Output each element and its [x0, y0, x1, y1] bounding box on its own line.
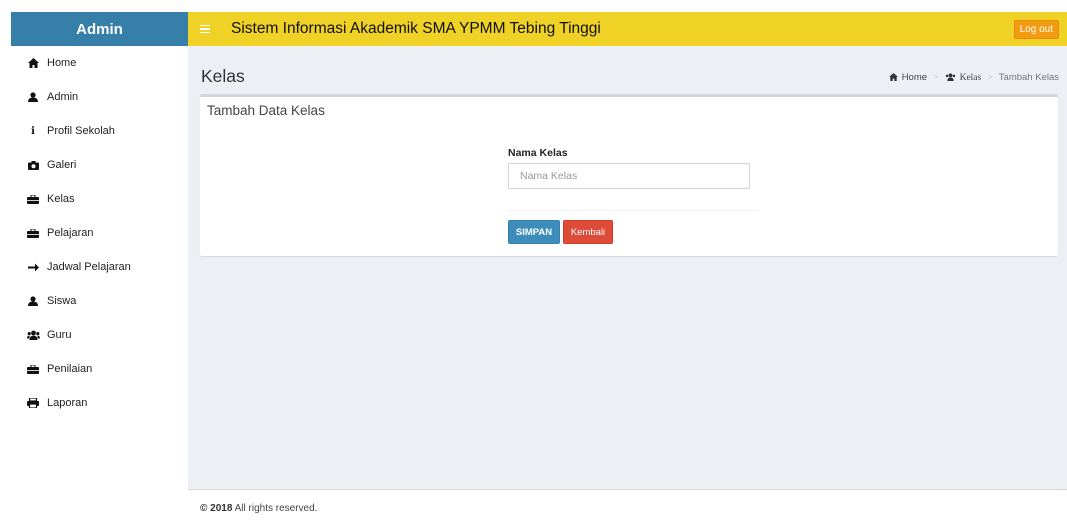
sidebar-item-profil-sekolah[interactable]: i Profil Sekolah [11, 114, 188, 148]
sidebar-item-label: Jadwal Pelajaran [47, 261, 131, 273]
logo[interactable]: Admin [11, 12, 188, 46]
briefcase-icon [26, 363, 40, 375]
footer-text: All rights reserved. [232, 503, 318, 514]
info-icon: i [31, 125, 35, 137]
home-icon [26, 57, 40, 69]
camera-icon [26, 159, 40, 171]
sidebar-item-guru[interactable]: Guru [11, 318, 188, 352]
sidebar-item-label: Pelajaran [47, 227, 94, 239]
sidebar-item-label: Admin [47, 91, 79, 103]
user-icon [26, 295, 40, 307]
sidebar-item-laporan[interactable]: Laporan [11, 386, 188, 420]
sidebar-item-kelas[interactable]: Kelas [11, 182, 188, 216]
sidebar-item-label: Penilaian [47, 363, 93, 375]
sidebar-item-label: Guru [47, 329, 72, 341]
breadcrumb-separator: > [933, 72, 939, 83]
sidebar-item-jadwal-pelajaran[interactable]: Jadwal Pelajaran [11, 250, 188, 284]
user-icon [26, 91, 40, 103]
nama-kelas-input[interactable] [508, 163, 750, 189]
sidebar-item-admin[interactable]: Admin [11, 80, 188, 114]
logout-button[interactable]: Log out [1013, 19, 1059, 39]
sidebar-item-penilaian[interactable]: Penilaian [11, 352, 188, 386]
sidebar: Home Admin i Profil Sekolah Galeri Kelas… [11, 46, 188, 489]
sidebar-item-label: Profil Sekolah [47, 125, 115, 137]
page-title: Kelas [201, 66, 245, 86]
sidebar-item-label: Laporan [47, 397, 88, 409]
breadcrumb-current: Tambah Kelas [998, 72, 1059, 83]
briefcase-icon [26, 193, 40, 205]
sidebar-item-label: Galeri [47, 159, 77, 171]
box-title: Tambah Data Kelas [207, 103, 325, 118]
breadcrumb-separator: > [987, 72, 993, 83]
sidebar-item-pelajaran[interactable]: Pelajaran [11, 216, 188, 250]
footer: © 2018 All rights reserved. [188, 489, 1067, 521]
sidebar-item-label: Kelas [47, 193, 75, 205]
sidebar-item-label: Siswa [47, 295, 77, 307]
print-icon [26, 397, 40, 409]
nama-kelas-label: Nama Kelas [508, 147, 568, 159]
footer-year: © 2018 [200, 503, 233, 514]
sidebar-item-home[interactable]: Home [11, 46, 188, 80]
sidebar-item-siswa[interactable]: Siswa [11, 284, 188, 318]
kembali-button[interactable]: Kembali [563, 220, 613, 244]
top-navbar: Sistem Informasi Akademik SMA YPMM Tebin… [188, 12, 1067, 46]
sidebar-item-label: Home [47, 57, 77, 69]
form-box: Tambah Data Kelas Nama Kelas SIMPAN Kemb… [200, 94, 1058, 256]
content-wrapper: Kelas Home > Kelas > Tambah Kelas Tambah… [188, 46, 1067, 489]
app-title: Sistem Informasi Akademik SMA YPMM Tebin… [231, 20, 601, 37]
breadcrumb-home-link[interactable]: Home [902, 72, 927, 83]
form-divider [508, 210, 758, 211]
arrow-right-icon [26, 261, 40, 273]
breadcrumb: Home > Kelas > Tambah Kelas [888, 72, 1059, 83]
sidebar-item-galeri[interactable]: Galeri [11, 148, 188, 182]
sidebar-toggle-icon[interactable] [200, 24, 210, 34]
users-icon [26, 329, 40, 341]
users-icon [945, 72, 956, 83]
simpan-button[interactable]: SIMPAN [508, 220, 560, 244]
home-icon [888, 72, 898, 83]
breadcrumb-kelas-link[interactable]: Kelas [960, 73, 982, 83]
briefcase-icon [26, 227, 40, 239]
